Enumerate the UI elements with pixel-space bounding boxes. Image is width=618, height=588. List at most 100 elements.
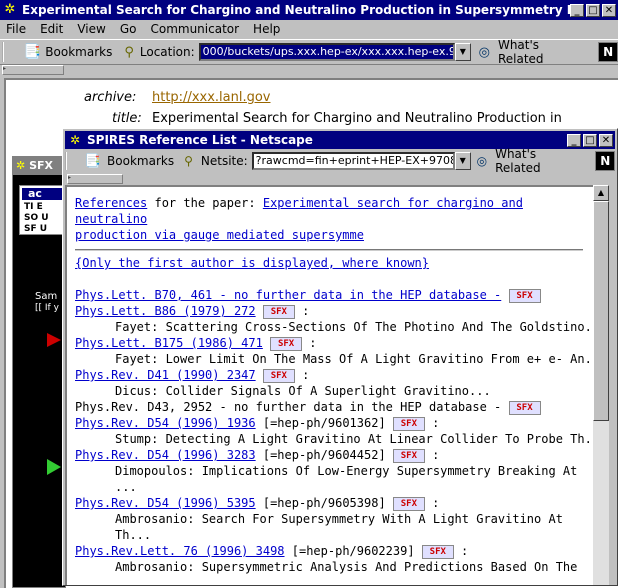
main-titlebar: ✲ Experimental Search for Chargino and N… — [0, 0, 618, 20]
reference-entry: Phys.Rev. D54 (1996) 5395 [=hep-ph/96053… — [75, 495, 593, 543]
reference-description: Fayet: Lower Limit On The Mass Of A Ligh… — [115, 352, 593, 366]
reference-line: Phys.Lett. B175 (1986) 471 SFX : — [75, 335, 593, 351]
bookmarks-icon: 📑 — [84, 153, 102, 169]
location-dropdown[interactable]: ▼ — [454, 43, 471, 61]
header-line-2: production via gauge mediated supersymme — [75, 227, 593, 243]
netscape-logo-icon: N — [595, 151, 615, 171]
sfx-panel-icon: ✲ — [16, 159, 26, 172]
sfx-row-1: SO U — [24, 213, 49, 223]
reference-link[interactable]: Phys.Rev. D54 (1996) 3283 — [75, 448, 256, 462]
bookmarks-button[interactable]: Bookmarks — [45, 45, 112, 59]
spires-toolbar: 📑 Bookmarks ⚲ Netsite: ?rawcmd=fin+eprin… — [65, 147, 615, 175]
reference-link[interactable]: Phys.Lett. B70, 461 - no further data in… — [75, 288, 501, 302]
menu-go[interactable]: Go — [120, 22, 137, 36]
menu-file[interactable]: File — [6, 22, 26, 36]
menu-view[interactable]: View — [77, 22, 105, 36]
archive-label: archive: — [84, 90, 137, 105]
reference-colon: : — [424, 416, 440, 430]
reference-link[interactable]: Phys.Rev. D54 (1996) 5395 — [75, 496, 256, 510]
location-label: Location: — [139, 45, 195, 59]
netsite-dropdown[interactable]: ▼ — [454, 152, 471, 170]
reference-line: Phys.Rev. D54 (1996) 3283 [=hep-ph/96044… — [75, 447, 593, 463]
menu-communicator[interactable]: Communicator — [150, 22, 239, 36]
reference-description: Stump: Detecting A Light Gravitino At Li… — [115, 432, 593, 446]
reference-entry: Phys.Rev. D54 (1996) 1936 [=hep-ph/96013… — [75, 415, 593, 447]
netsite-input[interactable]: ?rawcmd=fin+eprint+HEP-EX+9708005 — [251, 152, 455, 170]
reference-description-cont: ... — [115, 480, 137, 494]
scroll-up-button[interactable]: ▲ — [593, 185, 609, 201]
whats-related-icon: ◎ — [476, 154, 488, 168]
reference-description-cont: Th... — [115, 528, 152, 542]
reference-entry: Phys.Rev. D54 (1996) 3283 [=hep-ph/96044… — [75, 447, 593, 495]
paper-link-cont[interactable]: production via gauge mediated supersymme — [75, 228, 364, 242]
netscape-logo-icon: N — [598, 42, 618, 62]
popup-whats-related-button[interactable]: What's Related — [495, 147, 583, 175]
reference-description: Ambrosanio: Search For Supersymmetry Wit… — [115, 512, 563, 526]
toolbar-grip[interactable] — [65, 152, 73, 170]
reference-link[interactable]: Phys.Rev.Lett. 76 (1996) 3498 — [75, 544, 285, 558]
reference-colon: : — [294, 368, 310, 382]
sfx-text-2: [[ If y — [35, 303, 59, 313]
green-arrow-icon[interactable] — [47, 459, 61, 475]
reference-link[interactable]: Phys.Lett. B175 (1986) 471 — [75, 336, 263, 350]
sfx-link-icon[interactable]: SFX — [392, 496, 425, 511]
vertical-scrollbar[interactable]: ▲ — [593, 185, 609, 585]
popup-minimize-button[interactable]: _ — [567, 133, 581, 147]
minimize-button[interactable]: _ — [570, 3, 584, 17]
archive-link[interactable]: http://xxx.lanl.gov — [152, 90, 271, 105]
reference-line: Phys.Lett. B70, 461 - no further data in… — [75, 287, 593, 303]
references-link[interactable]: References — [75, 196, 147, 210]
popup-maximize-button[interactable]: □ — [583, 133, 597, 147]
popup-toolbar-collapsed[interactable]: ▸ — [67, 174, 123, 184]
reference-entry: Phys.Rev. D43, 2952 - no further data in… — [75, 399, 593, 415]
reference-description-cont: ... — [115, 576, 137, 585]
red-arrow-icon[interactable] — [47, 333, 61, 347]
reference-link[interactable]: Phys.Rev. D54 (1996) 1936 — [75, 416, 256, 430]
reference-entry: Phys.Lett. B86 (1979) 272 SFX : Fayet: Sc… — [75, 303, 593, 335]
maximize-button[interactable]: □ — [586, 3, 600, 17]
whats-related-icon: ◎ — [478, 44, 490, 60]
reference-link[interactable]: Phys.Rev. D41 (1990) 2347 — [75, 368, 256, 382]
reference-line: Phys.Rev. D41 (1990) 2347 SFX : — [75, 367, 593, 383]
menu-help[interactable]: Help — [253, 22, 280, 36]
header-line: References for the paper: Experimental s… — [75, 195, 593, 227]
spires-window-title: SPIRES Reference List - Netscape — [87, 133, 313, 147]
reference-description: Fayet: Scattering Cross-Sections Of The … — [115, 320, 593, 334]
reference-line: Phys.Rev. D54 (1996) 1936 [=hep-ph/96013… — [75, 415, 593, 431]
toolbar-grip[interactable] — [2, 42, 10, 62]
reference-entry: Phys.Rev. D41 (1990) 2347 SFX : Dicus: Co… — [75, 367, 593, 399]
first-author-note[interactable]: {Only the first author is displayed, whe… — [75, 255, 593, 271]
reference-colon: : — [424, 496, 440, 510]
sfx-link-icon[interactable]: SFX — [262, 368, 295, 383]
location-input[interactable]: 000/buckets/ups.xxx.hep-ex/xxx.xxx.hep-e… — [198, 43, 455, 61]
reference-description: Dimopoulos: Implications Of Low-Energy S… — [115, 464, 578, 478]
sfx-row-2: SF U — [24, 224, 48, 234]
close-button[interactable]: ✕ — [602, 3, 616, 17]
main-window-title: Experimental Search for Chargino and Neu… — [22, 3, 570, 17]
whats-related-button[interactable]: What's Related — [498, 38, 586, 66]
netsite-icon: ⚲ — [184, 154, 193, 168]
menu-edit[interactable]: Edit — [40, 22, 63, 36]
title-label: title: — [112, 111, 142, 126]
reference-description: Ambrosanio: Supersymmetric Analysis And … — [115, 560, 578, 574]
scroll-thumb[interactable] — [593, 201, 609, 421]
sfx-link-icon[interactable]: SFX — [270, 336, 303, 351]
sfx-link-icon[interactable]: SFX — [508, 400, 541, 415]
main-toolbar: 📑 Bookmarks ⚲ Location: 000/buckets/ups.… — [0, 38, 618, 66]
netscape-app-icon: ✲ — [69, 133, 81, 147]
main-toolbar-collapsed[interactable]: ▸ — [2, 65, 64, 75]
sfx-link-icon[interactable]: SFX — [508, 288, 541, 303]
reference-link[interactable]: Phys.Lett. B86 (1979) 272 — [75, 304, 256, 318]
reference-list: Phys.Lett. B70, 461 - no further data in… — [75, 287, 593, 585]
popup-bookmarks-button[interactable]: Bookmarks — [107, 154, 174, 168]
popup-close-button[interactable]: ✕ — [599, 133, 613, 147]
reference-description: Dicus: Collider Signals Of A Superlight … — [115, 384, 491, 398]
reference-entry: Phys.Rev.Lett. 76 (1996) 3498 [=hep-ph/9… — [75, 543, 593, 585]
sfx-link-icon[interactable]: SFX — [392, 448, 425, 463]
sfx-link-icon[interactable]: SFX — [421, 544, 454, 559]
reference-colon: : — [302, 336, 317, 350]
reference-line: Phys.Lett. B86 (1979) 272 SFX : — [75, 303, 593, 319]
for-the-paper-text: for the paper: — [147, 196, 263, 210]
sfx-link-icon[interactable]: SFX — [392, 416, 425, 431]
sfx-link-icon[interactable]: SFX — [262, 304, 295, 319]
